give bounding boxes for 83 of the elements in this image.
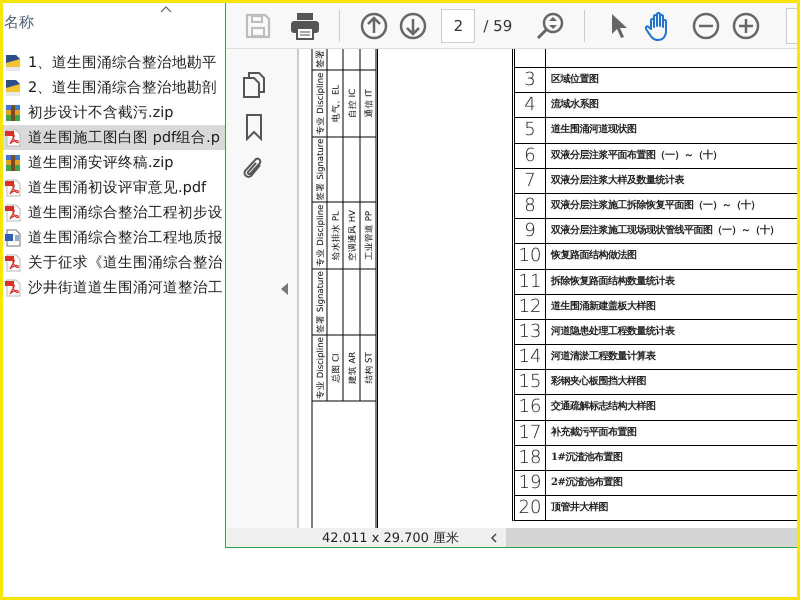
row-number: 7 <box>515 168 546 193</box>
row-number: 10 <box>515 244 546 268</box>
page-number-field[interactable]: 2 <box>441 8 476 42</box>
drawing-title: 道生围涌河道现状图 <box>550 122 636 138</box>
file-item[interactable]: 道生围涌综合整治工程地质报 <box>3 225 225 250</box>
drawing-title: 拆除恢复路面结构数量统计表 <box>550 274 674 288</box>
file-item[interactable]: 2、道生围涌综合整治地勘剖 <box>3 75 225 100</box>
file-item[interactable]: 1、道生围涌综合整治地勘平 <box>3 50 225 75</box>
drawing-title: 顶管井大样图 <box>550 500 608 516</box>
pdf-file-icon <box>5 178 21 196</box>
row-number: 9 <box>515 219 546 244</box>
row-number: 13 <box>515 320 546 344</box>
file-item[interactable]: 关于征求《道生围涌综合整治 <box>3 250 225 275</box>
drawing-file-icon <box>5 54 21 72</box>
row-number: 5 <box>515 118 546 143</box>
pdf-file-icon <box>5 278 21 296</box>
row-number: 11 <box>515 270 546 294</box>
drawing-title: 交通疏解标志结构大样图 <box>550 399 656 414</box>
table-cell: 空调通风 HV <box>348 210 358 261</box>
collapse-arrow-icon[interactable] <box>281 282 288 294</box>
row-number: 18 <box>515 446 546 470</box>
file-item[interactable]: 道生围涌综合整治工程初步设 <box>3 200 225 225</box>
row-number: 3 <box>515 68 546 92</box>
column-header[interactable]: 名称 <box>4 13 34 32</box>
drawing-title: 双液分层注浆大样及数量统计表 <box>550 173 684 188</box>
pointer-icon[interactable] <box>610 12 628 38</box>
drawing-title: 道生围涌新建盖板大样图 <box>550 299 656 314</box>
pdf-file-icon <box>5 254 21 272</box>
bookmark-icon[interactable] <box>244 113 262 141</box>
drawing-title: 恢复路面结构做法图 <box>550 248 636 264</box>
row-number: 6 <box>515 144 546 168</box>
row-number: 16 <box>515 395 546 420</box>
pdf-file-icon <box>5 128 21 146</box>
drawing-title: 彩钢夹心板围挡大样图 <box>550 374 646 390</box>
file-item[interactable]: 道生围施工图白图 pdf组合.p <box>3 125 225 150</box>
table-cell: 工业管道 PP <box>364 211 374 260</box>
pdf-file-icon <box>5 204 21 222</box>
table-cell: 建筑 AR <box>348 352 358 384</box>
row-number: 8 <box>515 194 546 218</box>
row-number: 20 <box>515 496 546 520</box>
table-cell: 总图 CI <box>332 353 342 383</box>
pages-icon[interactable] <box>242 71 266 99</box>
drawing-title: 1#沉渣池布置图 <box>550 450 622 465</box>
table-cell: 给水排水 PL <box>332 211 342 260</box>
row-number: 4 <box>515 93 546 118</box>
drawing-title: 河道清淤工程数量计算表 <box>550 350 656 364</box>
page-size-label: 42.011 x 29.700 厘米 <box>322 530 460 546</box>
file-item[interactable]: 道生围涌安评终稿.zip <box>3 150 225 175</box>
zoom-field[interactable] <box>786 8 797 44</box>
table-cell: 自控 IC <box>348 88 358 118</box>
sort-caret-icon <box>160 5 172 13</box>
archive-icon <box>5 104 21 122</box>
row-number: 15 <box>515 370 546 394</box>
drawing-title: 双液分层注浆施工现场现状管线平面图（一）～（十） <box>550 223 779 238</box>
file-item[interactable]: 沙井街道道生围涌河道整治工 <box>3 275 225 300</box>
scroll-left-icon[interactable] <box>490 532 498 542</box>
table-header: 专业 Discipline <box>316 72 326 134</box>
row-number: 12 <box>515 294 546 319</box>
drawing-title: 双液分层注浆平面布置图（一）～（十） <box>550 148 722 163</box>
drawing-title: 双液分层注浆施工拆除恢复平面图（一）～（十） <box>550 198 760 213</box>
horizontal-scrollbar[interactable] <box>506 528 797 547</box>
table-header: 签署 Signature <box>316 138 326 200</box>
drawing-file-icon <box>5 78 21 96</box>
table-header: 签署 Signature <box>316 271 326 333</box>
row-number: 17 <box>515 420 546 445</box>
row-number: 19 <box>515 471 546 496</box>
drawing-title: 河道隐患处理工程数量统计表 <box>550 324 674 339</box>
archive-icon <box>5 154 21 172</box>
file-item[interactable]: 初步设计不含截污.zip <box>3 100 225 125</box>
row-number: 14 <box>515 345 546 370</box>
drawing-title: 区域位置图 <box>550 72 598 87</box>
drawing-title: 2#沉渣池布置图 <box>550 476 622 490</box>
table-cell: 电气、EL <box>332 84 342 122</box>
table-cell: 通信 IT <box>364 89 374 118</box>
drawing-title: 流域水系图 <box>550 97 598 112</box>
file-item[interactable]: 道生围涌初设评审意见.pdf <box>3 175 225 200</box>
page-count: / 59 <box>483 16 512 34</box>
table-header: 专业 Discipline <box>316 204 326 266</box>
table-cell: 结构 ST <box>364 352 374 384</box>
table-header: 签署 <box>316 50 326 68</box>
document-file-icon <box>5 228 21 246</box>
drawing-title: 补充截污平面布置图 <box>550 425 636 440</box>
table-header: 专业 Discipline <box>316 337 326 399</box>
